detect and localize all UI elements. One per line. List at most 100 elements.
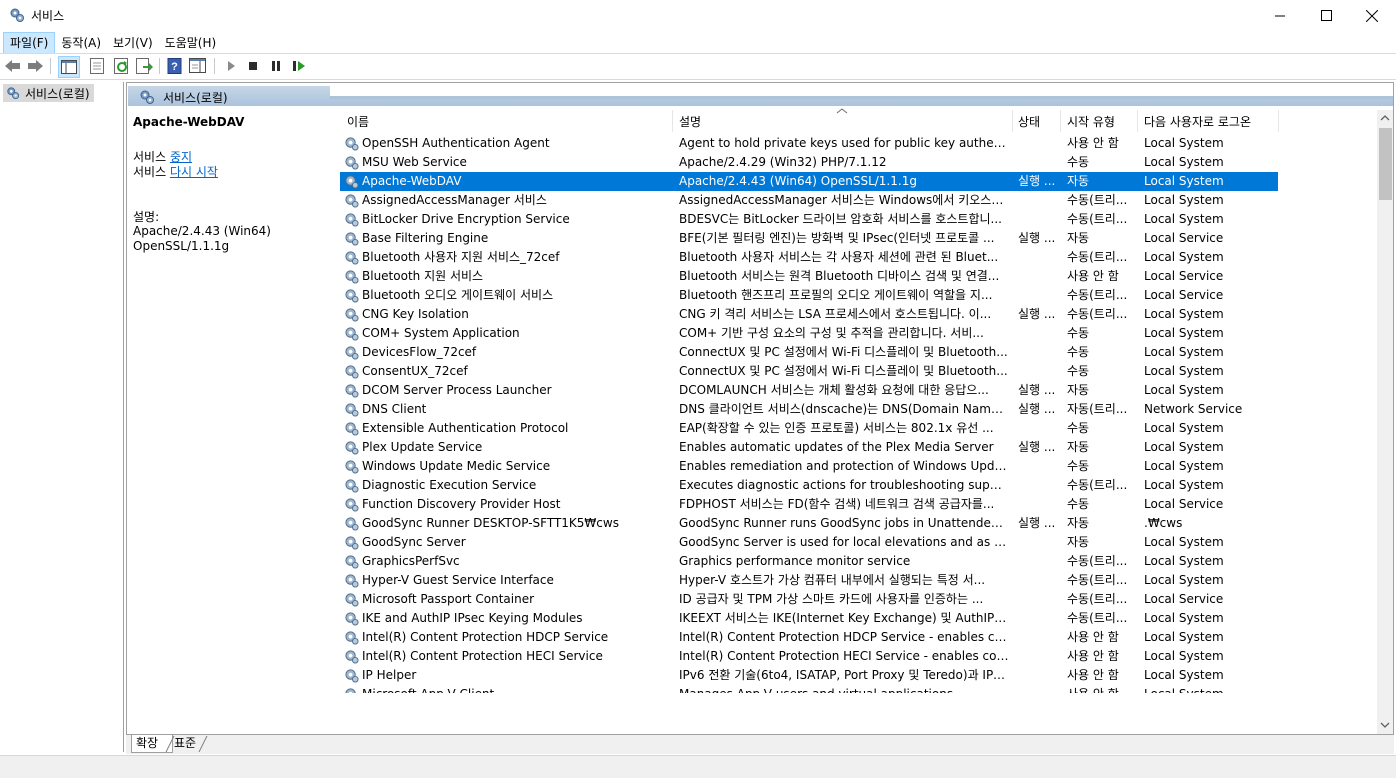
column-header-name[interactable]: 이름 [347, 112, 369, 132]
table-row[interactable]: OpenSSH Authentication Agent Agent to hol… [340, 134, 1278, 153]
service-gear-icon [345, 441, 359, 455]
cell-status: 실행 ... [1018, 383, 1056, 397]
menu-file[interactable]: 파일(F) [3, 32, 56, 54]
table-row[interactable]: Base Filtering Engine BFE(기본 필터링 엔진)는 방화벽… [340, 229, 1278, 248]
table-row[interactable]: Hyper-V Guest Service Interface Hyper-V 호… [340, 571, 1278, 590]
table-row[interactable]: IKE and AuthIP IPsec Keying Modules IKEEX… [340, 609, 1278, 628]
cell-description: Executes diagnostic actions for troubles… [679, 478, 1009, 492]
cell-description: Bluetooth 서비스는 원격 Bluetooth 디바이스 검색 및 연결… [679, 269, 1000, 283]
table-row[interactable]: DNS Client DNS 클라이언트 서비스(dnscache)는 DNS(D… [340, 400, 1278, 419]
table-row[interactable]: DCOM Server Process Launcher DCOMLAUNCH 서… [340, 381, 1278, 400]
menu-action[interactable]: 동작(A) [55, 32, 107, 54]
table-row[interactable]: GoodSync Server GoodSync Server is used f… [340, 533, 1278, 552]
table-row[interactable]: Bluetooth 지원 서비스 Bluetooth 서비스는 원격 Blueto… [340, 267, 1278, 286]
cell-status [1018, 552, 1062, 571]
table-row[interactable]: GraphicsPerfSvc Graphics performance moni… [340, 552, 1278, 571]
cell-log-on-as: Local System [1144, 250, 1224, 264]
menu-view[interactable]: 보기(V) [107, 32, 159, 54]
cell-status [1018, 609, 1062, 628]
scroll-down-icon[interactable] [1380, 721, 1390, 729]
vertical-scrollbar[interactable] [1377, 110, 1393, 735]
cell-startup-type: 수동(트리... [1067, 478, 1128, 492]
help-button[interactable]: ? [166, 57, 184, 75]
cell-name: AssignedAccessManager 서비스 [362, 193, 547, 207]
properties-button[interactable] [88, 57, 106, 75]
start-service-button[interactable] [222, 57, 240, 75]
table-row[interactable]: Windows Update Medic Service Enables reme… [340, 457, 1278, 476]
table-row[interactable]: CNG Key Isolation CNG 키 격리 서비스는 LSA 프로세스에… [340, 305, 1278, 324]
cell-startup-type: 수동 [1067, 497, 1090, 511]
service-gear-icon [345, 574, 359, 588]
menu-help[interactable]: 도움말(H) [159, 32, 223, 54]
cell-log-on-as: Local System [1144, 345, 1224, 359]
table-row[interactable]: Intel(R) Content Protection HECI Service… [340, 647, 1278, 666]
service-gear-icon [345, 403, 359, 417]
show-action-pane-button[interactable] [189, 57, 207, 75]
pause-service-button[interactable] [267, 57, 285, 75]
scroll-up-icon[interactable] [1380, 114, 1390, 122]
table-row[interactable]: Microsoft Passport Container ID 공급자 및 TPM… [340, 590, 1278, 609]
cell-description: Agent to hold private keys used for publ… [679, 136, 1009, 150]
service-gear-icon [345, 650, 359, 664]
table-row[interactable]: IP Helper IPv6 전환 기술(6to4, ISATAP, Port P… [340, 666, 1278, 685]
title-bar [0, 0, 1396, 31]
scrollbar-thumb[interactable] [1379, 128, 1392, 200]
close-button[interactable] [1349, 0, 1395, 31]
export-list-button[interactable] [136, 57, 154, 75]
back-button[interactable] [4, 57, 22, 75]
column-divider[interactable] [672, 110, 673, 132]
cell-startup-type: 수동(트리... [1067, 193, 1128, 207]
cell-status: 실행 ... [1018, 402, 1056, 416]
restart-service-button[interactable] [290, 57, 308, 75]
table-row[interactable]: Bluetooth 사용자 지원 서비스_72cef Bluetooth 사용자 … [340, 248, 1278, 267]
cell-status [1018, 419, 1062, 438]
show-hide-tree-button[interactable] [58, 56, 80, 78]
column-divider[interactable] [1278, 110, 1279, 132]
cell-startup-type: 자동 [1067, 174, 1090, 188]
table-row[interactable]: Extensible Authentication Protocol EAP(확장… [340, 419, 1278, 438]
cell-startup-type: 수동(트리... [1067, 212, 1128, 226]
refresh-icon [114, 58, 128, 74]
service-gear-icon [345, 194, 359, 208]
cell-log-on-as: Local Service [1144, 288, 1224, 302]
cell-startup-type: 자동 [1067, 516, 1090, 530]
refresh-button[interactable] [113, 57, 131, 75]
table-row[interactable]: Intel(R) Content Protection HDCP Service… [340, 628, 1278, 647]
services-gear-icon [7, 87, 20, 100]
column-header-startup-type[interactable]: 시작 유형 [1067, 112, 1115, 132]
column-divider[interactable] [1060, 110, 1061, 132]
cell-status [1018, 343, 1062, 362]
cell-startup-type: 사용 안 함 [1067, 668, 1119, 682]
column-header-status[interactable]: 상태 [1018, 112, 1040, 132]
column-divider[interactable] [1137, 110, 1138, 132]
tree-item-services-local[interactable]: 서비스(로컬) [3, 84, 94, 102]
minimize-button[interactable] [1257, 0, 1303, 31]
table-row[interactable]: MSU Web Service Apache/2.4.29 (Win32) PHP… [340, 153, 1278, 172]
table-row[interactable]: AssignedAccessManager 서비스 AssignedAccessM… [340, 191, 1278, 210]
cell-status [1018, 666, 1062, 685]
table-row[interactable]: Apache-WebDAV Apache/2.4.43 (Win64) OpenS… [340, 172, 1278, 191]
column-divider[interactable] [1012, 110, 1013, 132]
service-gear-icon [345, 232, 359, 246]
stop-service-button[interactable] [244, 57, 262, 75]
forward-button[interactable] [26, 57, 44, 75]
cell-status [1018, 286, 1062, 305]
column-header-description[interactable]: 설명 [679, 112, 701, 132]
maximize-button[interactable] [1303, 0, 1349, 31]
table-row[interactable]: BitLocker Drive Encryption Service BDESVC… [340, 210, 1278, 229]
table-row[interactable]: Diagnostic Execution Service Executes dia… [340, 476, 1278, 495]
table-row[interactable]: Plex Update Service Enables automatic upd… [340, 438, 1278, 457]
close-icon [1366, 9, 1378, 22]
column-header-log-on-as[interactable]: 다음 사용자로 로그온 [1144, 112, 1251, 132]
table-row[interactable]: COM+ System Application COM+ 기반 구성 요소의 구성… [340, 324, 1278, 343]
cell-status [1018, 533, 1062, 552]
table-row[interactable]: DevicesFlow_72cef ConnectUX 및 PC 설정에서 Wi-… [340, 343, 1278, 362]
table-row[interactable]: ConsentUX_72cef ConnectUX 및 PC 설정에서 Wi-Fi… [340, 362, 1278, 381]
table-row[interactable]: Bluetooth 오디오 게이트웨이 서비스 Bluetooth 핸즈프리 프로… [340, 286, 1278, 305]
cell-description: Intel(R) Content Protection HECI Service… [679, 649, 1009, 663]
cell-status [1018, 153, 1062, 172]
table-row[interactable]: GoodSync Runner DESKTOP-SFTT1K5₩cws GoodS… [340, 514, 1278, 533]
table-row[interactable]: Function Discovery Provider Host FDPHOST … [340, 495, 1278, 514]
cell-log-on-as: Local System [1144, 174, 1224, 188]
status-bar [0, 755, 1396, 778]
